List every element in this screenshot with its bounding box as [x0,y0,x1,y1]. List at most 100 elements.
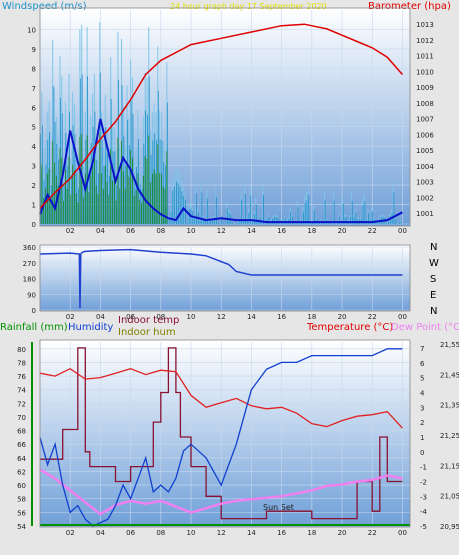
wind-ytick-label: 7 [32,85,36,93]
barometer-label: Barometer (hpa) [368,1,451,12]
dir-ytick-label: 360 [23,244,36,252]
humidity-ytick-label: 58 [17,496,26,504]
indoor-hum-label: Indoor hum [118,327,176,338]
wind-ytick-label: 10 [27,26,36,34]
temp-ytick-label: 6 [420,360,425,368]
wind-xtick-label: 16 [277,227,286,235]
temp-ytick-label: -1 [420,464,427,472]
indoor-ytick-label: 21,05 [440,493,459,501]
baro-ytick-label: 1004 [416,163,434,171]
humidity-ytick-label: 56 [17,509,26,517]
wind-ytick-label: 4 [32,143,37,151]
dewpoint-label: Dew Point (°C) [391,322,459,333]
dir-letter-n-top: N [430,242,437,253]
wind-ytick-label: 2 [32,182,36,190]
dir-letter-w: W [429,258,439,269]
wind-ytick-label: 1 [32,202,36,210]
dir-xtick-label: 18 [307,313,316,321]
wind-xtick-label: 06 [126,227,135,235]
dir-xtick-label: 06 [126,313,135,321]
dir-xtick-label: 16 [277,313,286,321]
wind-direction-letters: N W S E N [429,242,439,317]
wind-xtick-label: 22 [368,227,377,235]
baro-ytick-label: 1012 [416,37,434,45]
wind-xtick-label: 10 [187,227,196,235]
temp-ytick-label: 0 [420,449,424,457]
temp-ytick-label: -2 [420,478,427,486]
baro-ytick-label: 1011 [416,53,434,61]
wind-ytick-label: 3 [32,163,36,171]
baro-ytick-label: 1010 [416,68,434,76]
baro-ytick-label: 1005 [416,147,434,155]
wind-xtick-label: 04 [96,227,105,235]
wind-ytick-label: 6 [32,104,37,112]
indoor-ytick-label: 21,25 [440,432,459,440]
baro-ytick-label: 1007 [416,116,434,124]
indoor-ytick-label: 21,15 [440,462,459,470]
temp-xtick-label: 14 [247,529,256,537]
indoor-ytick-label: 21,45 [440,371,459,379]
baro-ytick-label: 1001 [416,210,434,218]
baro-ytick-label: 1003 [416,179,434,187]
wind-xtick-label: 20 [338,227,347,235]
indoor-ytick-label: 21,55 [440,341,459,349]
temp-xtick-label: 18 [307,529,316,537]
temp-xtick-label: 08 [156,529,165,537]
windspeed-label: Windspeed (m/s) [2,1,87,12]
humidity-label: Humidity [68,322,113,333]
wind-ytick-label: 5 [32,124,36,132]
dir-xtick-label: 14 [247,313,256,321]
humidity-ytick-label: 62 [17,468,26,476]
dir-ytick-label: 90 [27,291,36,299]
dir-ytick-label: 0 [32,307,36,315]
humidity-ytick-label: 66 [17,441,26,449]
baro-ytick-label: 1013 [416,21,434,29]
temp-xtick-label: 22 [368,529,377,537]
period-label: 24 hour graph day 17 September 2020 [170,2,327,11]
wind-xtick-label: 02 [66,227,75,235]
wind-xtick-label: 14 [247,227,256,235]
humidity-ytick-label: 76 [17,373,26,381]
dir-xtick-label: 04 [96,313,105,321]
wind-xtick-label: 18 [307,227,316,235]
temp-xtick-label: 16 [277,529,286,537]
dir-letter-e: E [430,290,436,301]
temp-xtick-label: 00 [398,529,407,537]
humidity-ytick-label: 72 [17,400,26,408]
humidity-ytick-label: 74 [17,387,26,395]
dir-xtick-label: 12 [217,313,226,321]
baro-ytick-label: 1009 [416,84,434,92]
dir-xtick-label: 08 [156,313,165,321]
dir-xtick-label: 02 [66,313,75,321]
temp-ytick-label: 7 [420,345,424,353]
temperature-label: Temperature (°C) [306,322,393,333]
wind-xtick-label: 12 [217,227,226,235]
humidity-ytick-label: 80 [17,346,26,354]
temp-ytick-label: -4 [420,508,428,516]
wind-xtick-label: 00 [398,227,407,235]
temp-ytick-label: 4 [420,389,425,397]
wind-ytick-label: 8 [32,65,36,73]
indoor-ytick-label: 21,35 [440,402,459,410]
rainfall-label: Rainfall (mm) [0,322,68,333]
temp-xtick-label: 04 [96,529,105,537]
dir-ytick-label: 270 [23,260,36,268]
temp-ytick-label: 5 [420,375,424,383]
baro-ytick-label: 1002 [416,194,434,202]
baro-ytick-label: 1008 [416,100,434,108]
temp-ytick-label: 2 [420,419,424,427]
dir-letter-s: S [430,274,436,285]
temp-xtick-label: 10 [187,529,196,537]
temp-ytick-label: -5 [420,523,427,531]
dir-xtick-label: 00 [398,313,407,321]
indoor-ytick-label: 20,95 [440,523,459,531]
humidity-ytick-label: 60 [17,482,26,490]
temp-ytick-label: 1 [420,434,424,442]
dir-ytick-label: 180 [23,276,36,284]
dir-xtick-label: 22 [368,313,377,321]
temp-ytick-label: -3 [420,493,427,501]
weather-charts: Windspeed (m/s) 24 hour graph day 17 Sep… [0,1,459,537]
humidity-ytick-label: 68 [17,428,26,436]
dir-letter-n-bottom: N [430,306,437,317]
wind-xtick-label: 08 [156,227,165,235]
